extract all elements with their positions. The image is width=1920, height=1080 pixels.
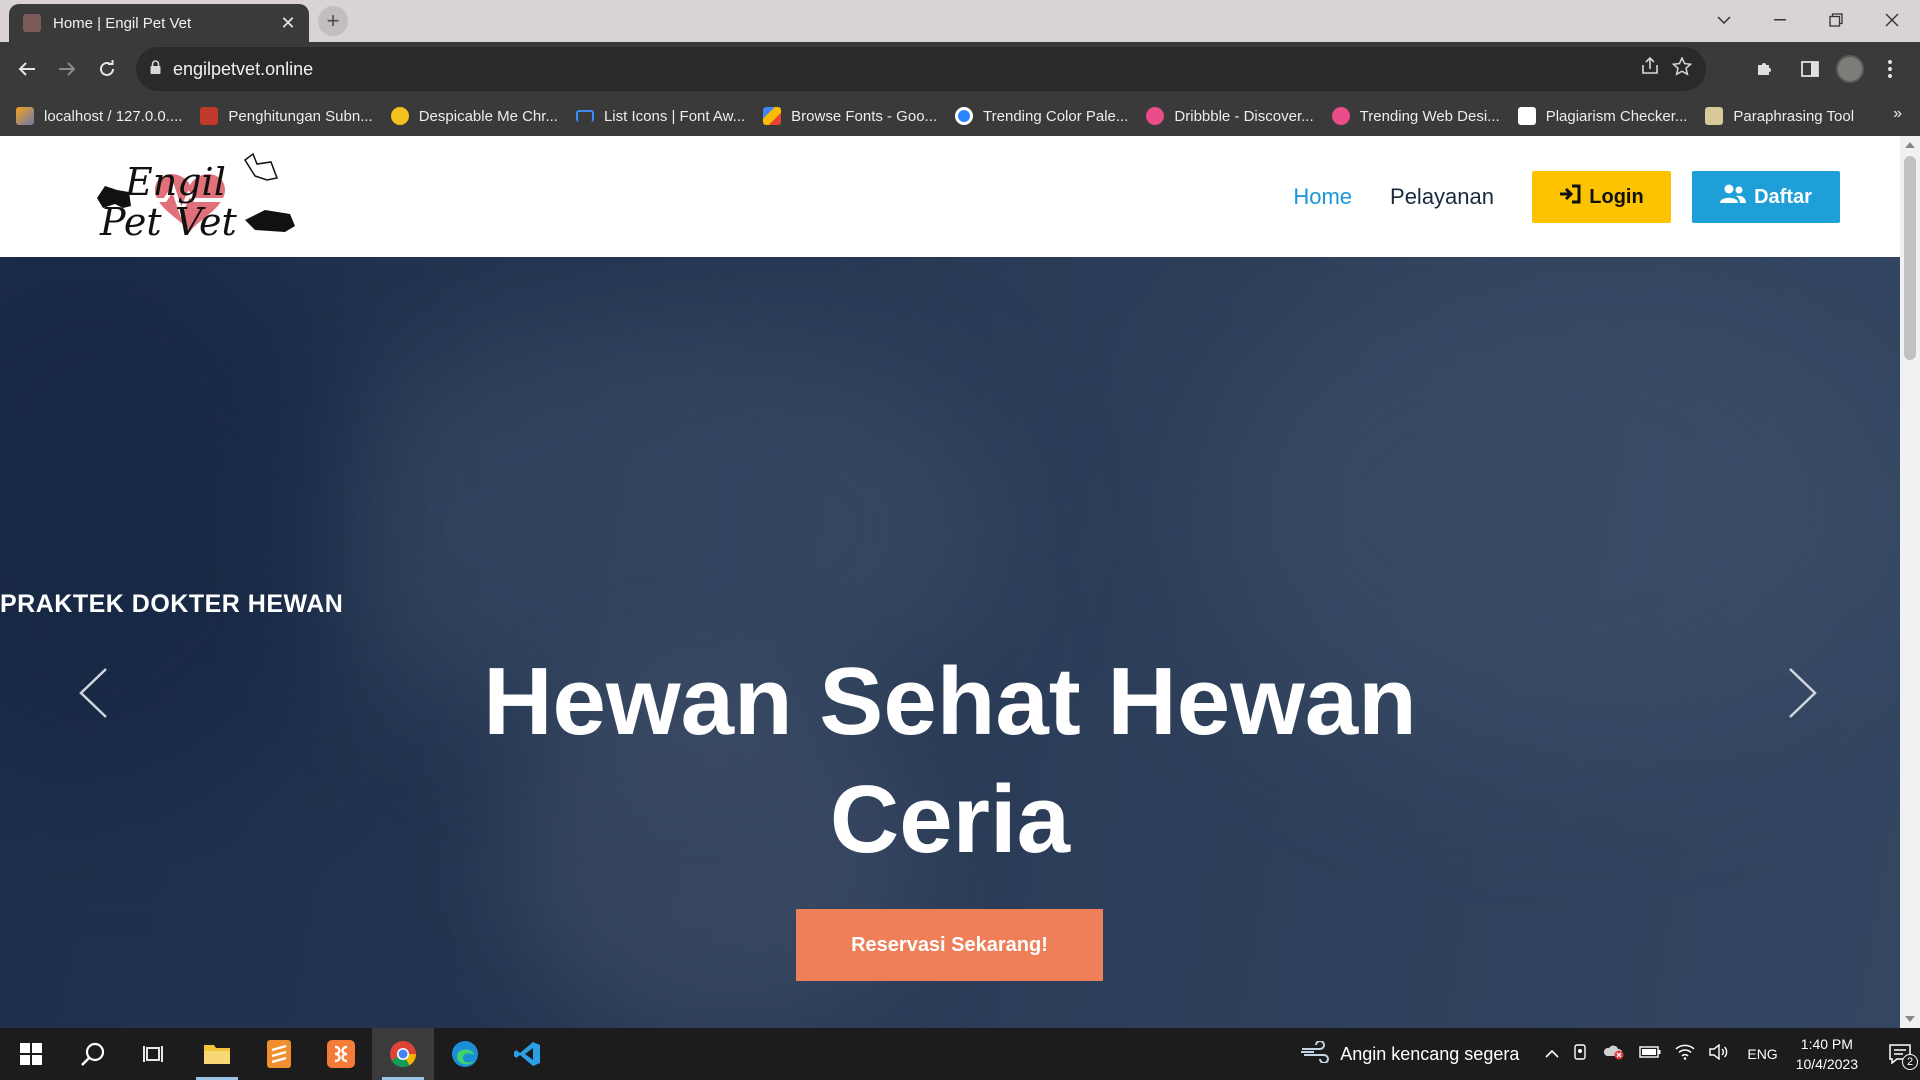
- window-controls: [1696, 0, 1920, 40]
- dribbble-icon: [1146, 107, 1165, 125]
- users-icon: [1720, 184, 1754, 210]
- wifi-icon[interactable]: [1675, 1044, 1695, 1065]
- reservation-button[interactable]: Reservasi Sekarang!: [796, 909, 1103, 981]
- minimize-button[interactable]: [1752, 0, 1808, 40]
- meet-now-icon[interactable]: [1573, 1043, 1589, 1065]
- flag-icon: [575, 110, 594, 122]
- paraphrase-icon: [1705, 107, 1724, 125]
- side-panel-icon[interactable]: [1790, 49, 1830, 89]
- system-tray: Angin kencang segera ENG 1:40 PM 10/4/20…: [1300, 1028, 1920, 1080]
- clock-time: 1:40 PM: [1800, 1036, 1853, 1052]
- nav-home-link[interactable]: Home: [1293, 184, 1352, 210]
- new-tab-button[interactable]: +: [318, 6, 348, 36]
- windows-taskbar: Angin kencang segera ENG 1:40 PM 10/4/20…: [0, 1028, 1920, 1080]
- weather-text: Angin kencang segera: [1340, 1043, 1520, 1064]
- browser-menu-icon[interactable]: [1870, 49, 1910, 89]
- vscode-icon[interactable]: [496, 1028, 558, 1080]
- sst-icon: [1517, 107, 1536, 125]
- hero-eyebrow: PRAKTEK DOKTER HEWAN: [0, 590, 344, 618]
- volume-icon[interactable]: [1709, 1043, 1729, 1065]
- svg-text:Vet: Vet: [175, 200, 237, 242]
- scroll-down-icon[interactable]: [1905, 1016, 1915, 1022]
- edge-icon[interactable]: [434, 1028, 496, 1080]
- bookmark-item[interactable]: List Icons | Font Aw...: [575, 108, 745, 125]
- extensions-puzzle-icon[interactable]: [1744, 49, 1784, 89]
- bookmark-item[interactable]: Despicable Me Chr...: [390, 107, 558, 125]
- register-button[interactable]: Daftar: [1692, 171, 1840, 223]
- profile-avatar[interactable]: [1836, 55, 1864, 83]
- chrome-icon[interactable]: [372, 1028, 434, 1080]
- clock[interactable]: 1:40 PM 10/4/2023: [1796, 1034, 1858, 1074]
- bookmark-item[interactable]: localhost / 127.0.0....: [16, 107, 182, 125]
- minion-icon: [390, 107, 409, 125]
- sign-in-icon: [1559, 184, 1589, 210]
- carousel-prev-icon[interactable]: [78, 667, 108, 724]
- reload-icon[interactable]: [87, 49, 127, 89]
- bookmark-item[interactable]: Dribbble - Discover...: [1146, 107, 1314, 125]
- clock-date: 10/4/2023: [1795, 1056, 1858, 1072]
- windows-start-icon[interactable]: [0, 1028, 62, 1080]
- battery-icon[interactable]: [1639, 1045, 1661, 1063]
- bookmark-item[interactable]: Penghitungan Subn...: [200, 107, 373, 125]
- xampp-icon[interactable]: [310, 1028, 372, 1080]
- notification-count-badge: 2: [1902, 1054, 1918, 1070]
- tab-title: Home | Engil Pet Vet: [53, 14, 192, 32]
- url-text[interactable]: engilpetvet.online: [173, 59, 1640, 80]
- hero-title: Hewan Sehat Hewan Ceria: [483, 648, 1417, 873]
- notification-center-icon[interactable]: 2: [1880, 1044, 1920, 1070]
- back-arrow-icon[interactable]: [7, 49, 47, 89]
- carousel-next-icon[interactable]: [1788, 667, 1818, 724]
- onedrive-error-icon[interactable]: [1603, 1044, 1625, 1065]
- main-navigation: Home Pelayanan Login Daftar: [1293, 171, 1840, 223]
- sublime-text-icon[interactable]: [248, 1028, 310, 1080]
- scroll-up-icon[interactable]: [1905, 142, 1915, 148]
- share-icon[interactable]: [1640, 56, 1660, 81]
- page-viewport: Engil Pet Vet Home Pelayanan Login Dafta…: [0, 136, 1920, 1028]
- page-scrollbar[interactable]: [1900, 136, 1920, 1028]
- bookmark-item[interactable]: Browse Fonts - Goo...: [763, 107, 937, 125]
- file-explorer-icon[interactable]: [186, 1028, 248, 1080]
- bookmark-item[interactable]: Trending Web Desi...: [1331, 107, 1500, 125]
- svg-text:Pet: Pet: [99, 200, 162, 242]
- browser-tabstrip: Home | Engil Pet Vet ✕ +: [0, 0, 1920, 42]
- forward-arrow-icon[interactable]: [47, 49, 87, 89]
- bookmark-item[interactable]: Paraphrasing Tool: [1705, 107, 1854, 125]
- svg-text:Engil: Engil: [124, 160, 226, 204]
- show-hidden-icons-icon[interactable]: [1545, 1045, 1559, 1063]
- lock-icon[interactable]: [150, 59, 161, 79]
- login-button[interactable]: Login: [1532, 171, 1671, 223]
- site-header: Engil Pet Vet Home Pelayanan Login Dafta…: [0, 136, 1900, 257]
- google-fonts-icon: [763, 107, 782, 125]
- restore-button[interactable]: [1808, 0, 1864, 40]
- address-bar[interactable]: engilpetvet.online: [136, 47, 1706, 91]
- search-icon[interactable]: [62, 1028, 124, 1080]
- more-bookmarks-icon[interactable]: »: [1893, 105, 1902, 123]
- task-view-icon[interactable]: [124, 1028, 186, 1080]
- nav-services-link[interactable]: Pelayanan: [1390, 184, 1494, 210]
- browser-tab[interactable]: Home | Engil Pet Vet ✕: [9, 4, 309, 42]
- close-window-button[interactable]: [1864, 0, 1920, 40]
- hero-carousel: PRAKTEK DOKTER HEWAN Hewan Sehat Hewan C…: [0, 257, 1900, 1028]
- weather-widget[interactable]: Angin kencang segera: [1300, 1039, 1520, 1068]
- bookmark-item[interactable]: Trending Color Pale...: [955, 107, 1128, 125]
- coolors-icon: [955, 107, 974, 125]
- bookmark-star-icon[interactable]: [1671, 56, 1693, 81]
- close-tab-icon[interactable]: ✕: [277, 13, 299, 34]
- rsw-icon: [200, 107, 219, 125]
- phpmyadmin-icon: [16, 107, 34, 125]
- site-logo[interactable]: Engil Pet Vet: [95, 150, 300, 244]
- site-favicon-icon: [23, 14, 41, 32]
- dribbble-icon: [1331, 107, 1350, 125]
- tab-search-icon[interactable]: [1696, 0, 1752, 40]
- browser-toolbar: engilpetvet.online: [0, 42, 1920, 96]
- scrollbar-thumb[interactable]: [1904, 156, 1916, 360]
- input-language[interactable]: ENG: [1747, 1046, 1777, 1062]
- bookmarks-bar: localhost / 127.0.0.... Penghitungan Sub…: [0, 96, 1920, 136]
- bookmark-item[interactable]: Plagiarism Checker...: [1517, 107, 1687, 125]
- wind-icon: [1300, 1039, 1330, 1068]
